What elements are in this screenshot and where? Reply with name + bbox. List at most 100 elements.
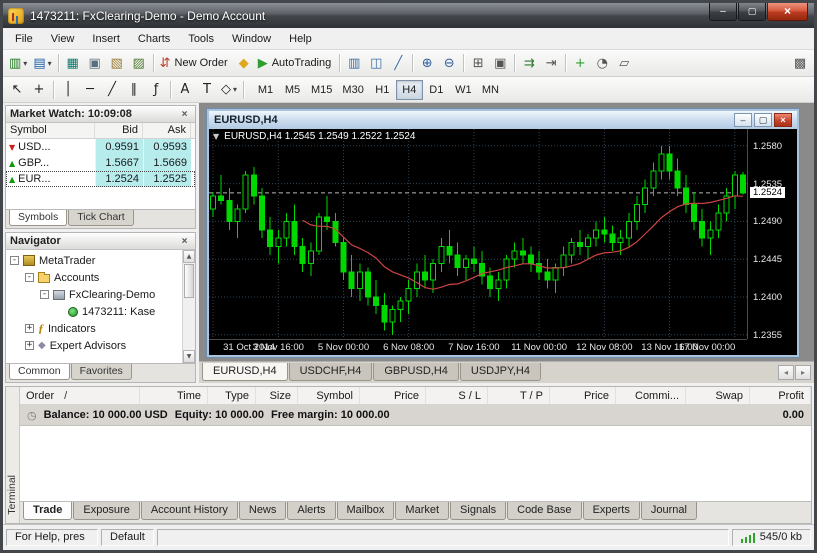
expand-icon[interactable]: + <box>25 324 34 333</box>
terminal-tab-alerts[interactable]: Alerts <box>287 502 335 520</box>
terminal-panel-button[interactable]: ▨ <box>128 52 150 74</box>
terminal-column-time[interactable]: Time <box>140 387 208 404</box>
terminal-column-type[interactable]: Type <box>208 387 256 404</box>
timeframe-m15-button[interactable]: M15 <box>306 80 337 100</box>
timeframe-m1-button[interactable]: M1 <box>252 80 279 100</box>
scroll-up-icon[interactable]: ▲ <box>183 250 195 263</box>
scroll-down-icon[interactable]: ▼ <box>183 350 195 363</box>
terminal-column-price-2[interactable]: Price <box>550 387 616 404</box>
terminal-column-price[interactable]: Price <box>360 387 426 404</box>
timeframe-mn-button[interactable]: MN <box>477 80 504 100</box>
trendline-tool-button[interactable]: ╱ <box>101 79 123 101</box>
market-watch-button[interactable]: ▦ <box>62 52 84 74</box>
navigator-item-expert-advisors[interactable]: +◆Expert Advisors <box>6 337 182 354</box>
window-close-button[interactable]: × <box>767 3 808 21</box>
timeframe-h4-button[interactable]: H4 <box>396 80 423 100</box>
timeframe-m30-button[interactable]: M30 <box>337 80 368 100</box>
fibonacci-tool-button[interactable]: ƒ <box>145 79 167 101</box>
chart-tab-usdjpy-h4[interactable]: USDJPY,H4 <box>460 363 541 381</box>
chart-plot-area[interactable]: ▼ EURUSD,H4 1.2545 1.2549 1.2522 1.2524 <box>209 129 747 339</box>
templates-button[interactable]: ▱ <box>613 52 635 74</box>
indicators-button[interactable]: + <box>569 52 591 74</box>
auto-scroll-button[interactable]: ⇉ <box>518 52 540 74</box>
new-order-button[interactable]: ⇵New Order <box>157 52 233 74</box>
terminal-tab-journal[interactable]: Journal <box>641 502 697 520</box>
terminal-column-symbol[interactable]: Symbol <box>298 387 360 404</box>
expand-icon[interactable]: + <box>25 341 34 350</box>
terminal-tab-news[interactable]: News <box>239 502 287 520</box>
bars-chart-button[interactable]: ▥ <box>343 52 365 74</box>
chart-tab-usdchf-h4[interactable]: USDCHF,H4 <box>289 363 373 381</box>
tab-prev-icon[interactable]: ◂ <box>778 365 794 380</box>
horizontal-line-tool-button[interactable]: ─ <box>79 79 101 101</box>
crosshair-tool-button[interactable]: + <box>28 79 50 101</box>
market-watch-row-usd[interactable]: ▼USD...0.95910.9593 <box>6 139 195 155</box>
collapse-icon[interactable]: - <box>40 290 49 299</box>
terminal-tab-trade[interactable]: Trade <box>23 502 72 520</box>
terminal-column-swap[interactable]: Swap <box>686 387 750 404</box>
market-watch-close-icon[interactable]: × <box>178 108 191 121</box>
navigator-tab-common[interactable]: Common <box>9 364 70 380</box>
terminal-tab-account-history[interactable]: Account History <box>141 502 238 520</box>
chart-restore-button[interactable]: ▢ <box>754 113 772 127</box>
terminal-side-tab[interactable]: Terminal <box>6 387 20 523</box>
timeframe-d1-button[interactable]: D1 <box>423 80 450 100</box>
window-minimize-button[interactable]: – <box>709 3 737 21</box>
market-watch-column-bid[interactable]: Bid <box>95 123 143 138</box>
terminal-tab-signals[interactable]: Signals <box>450 502 506 520</box>
terminal-column-profit[interactable]: Profit <box>750 387 811 404</box>
terminal-tab-market[interactable]: Market <box>395 502 449 520</box>
data-window-button[interactable]: ▣ <box>84 52 106 74</box>
market-watch-tab-tick-chart[interactable]: Tick Chart <box>68 210 133 226</box>
terminal-tab-mailbox[interactable]: Mailbox <box>337 502 395 520</box>
navigator-item-fxclearing-demo[interactable]: -FxClearing-Demo <box>6 286 182 303</box>
vertical-line-tool-button[interactable]: │ <box>57 79 79 101</box>
navigator-scrollbar[interactable]: ▲ ▼ <box>182 250 195 363</box>
market-watch-column-ask[interactable]: Ask <box>143 123 191 138</box>
window-maximize-button[interactable]: ▢ <box>738 3 766 21</box>
zoom-in-button[interactable]: ⊕ <box>416 52 438 74</box>
collapse-icon[interactable]: - <box>25 273 34 282</box>
channel-tool-button[interactable]: ∥ <box>123 79 145 101</box>
market-watch-row-gbp[interactable]: ▲GBP...1.56671.5669 <box>6 155 195 171</box>
menu-item-insert[interactable]: Insert <box>83 30 129 48</box>
zoom-out-button[interactable]: ⊖ <box>438 52 460 74</box>
grid-toggle-button[interactable]: ▩ <box>789 52 811 74</box>
shapes-tool-button[interactable]: ◇▾ <box>218 79 240 101</box>
timeframe-h1-button[interactable]: H1 <box>369 80 396 100</box>
navigator-tab-favorites[interactable]: Favorites <box>71 364 132 380</box>
menu-item-help[interactable]: Help <box>280 30 321 48</box>
navigator-item-1473211-kase[interactable]: 1473211: Kase <box>6 303 182 320</box>
navigator-item-indicators[interactable]: +ƒIndicators <box>6 320 182 337</box>
navigator-item-metatrader[interactable]: -MetaTrader <box>6 252 182 269</box>
terminal-column-t-p[interactable]: T / P <box>488 387 550 404</box>
terminal-column-commi[interactable]: Commi... <box>616 387 686 404</box>
terminal-tab-exposure[interactable]: Exposure <box>73 502 139 520</box>
autotrading-button[interactable]: ▶AutoTrading <box>255 52 337 74</box>
market-watch-column-symbol[interactable]: Symbol <box>6 123 95 138</box>
menu-item-tools[interactable]: Tools <box>179 30 223 48</box>
terminal-tab-experts[interactable]: Experts <box>583 502 640 520</box>
terminal-column-order[interactable]: Order/ <box>20 387 140 404</box>
line-chart-button[interactable]: ╱ <box>387 52 409 74</box>
candles-chart-button[interactable]: ◫ <box>365 52 387 74</box>
collapse-icon[interactable]: - <box>10 256 19 265</box>
cursor-tool-button[interactable]: ↖ <box>6 79 28 101</box>
chart-tab-eurusd-h4[interactable]: EURUSD,H4 <box>202 363 288 381</box>
cascade-windows-button[interactable]: ▣ <box>489 52 511 74</box>
chart-close-button[interactable]: × <box>774 113 792 127</box>
text-tool-button[interactable]: A <box>174 79 196 101</box>
terminal-column-s-l[interactable]: S / L <box>426 387 488 404</box>
timeframe-m5-button[interactable]: M5 <box>279 80 306 100</box>
tab-next-icon[interactable]: ▸ <box>795 365 811 380</box>
timeframe-w1-button[interactable]: W1 <box>450 80 477 100</box>
text-label-tool-button[interactable]: T <box>196 79 218 101</box>
status-profile[interactable]: Default <box>101 529 154 546</box>
chart-shift-button[interactable]: ⇥ <box>540 52 562 74</box>
scrollbar-thumb[interactable] <box>184 264 194 298</box>
chart-tab-gbpusd-h4[interactable]: GBPUSD,H4 <box>373 363 459 381</box>
market-watch-row-eur[interactable]: ▲EUR...1.25241.2525 <box>6 171 195 187</box>
chart-window-titlebar[interactable]: EURUSD,H4 – ▢ × <box>209 111 797 129</box>
navigator-item-accounts[interactable]: -Accounts <box>6 269 182 286</box>
profiles-button[interactable]: ▤▾ <box>30 52 54 74</box>
